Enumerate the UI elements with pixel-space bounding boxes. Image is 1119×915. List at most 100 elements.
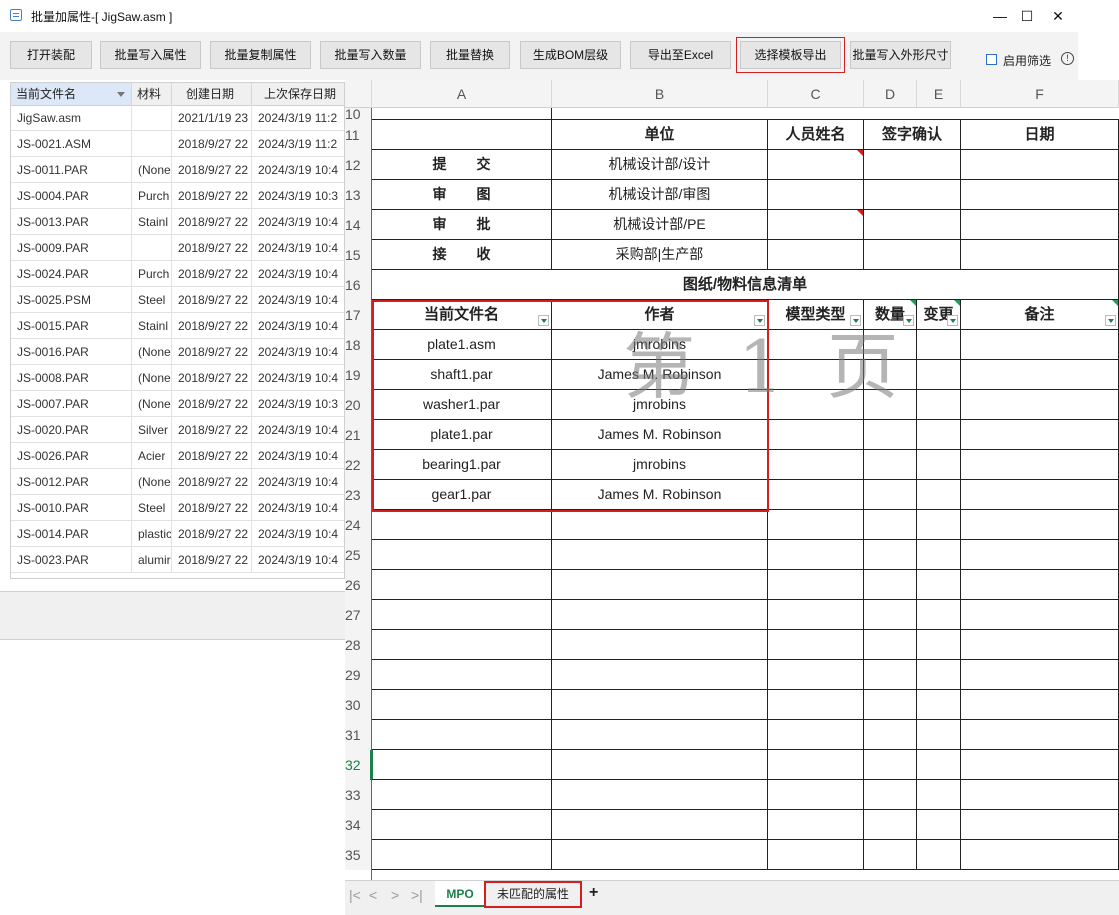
cell-change[interactable] <box>917 360 961 390</box>
row-header[interactable]: 26 <box>345 570 372 600</box>
cell-empty[interactable] <box>917 600 961 630</box>
row-header[interactable]: 11 <box>345 120 372 150</box>
cell-signature[interactable] <box>864 180 961 210</box>
row-header[interactable]: 29 <box>345 660 372 690</box>
cell-empty[interactable] <box>372 840 552 870</box>
cell-empty[interactable] <box>961 570 1119 600</box>
table-row[interactable]: JS-0023.PAR alumir 2018/9/27 22 2024/3/19 1… <box>11 547 344 573</box>
cell-empty[interactable] <box>552 630 768 660</box>
cell-empty[interactable] <box>961 750 1119 780</box>
cell-empty[interactable] <box>552 840 768 870</box>
column-header-d[interactable]: D <box>864 80 917 108</box>
cell-empty[interactable] <box>864 720 917 750</box>
cell-empty[interactable] <box>917 690 961 720</box>
table-row[interactable]: JS-0008.PAR (None 2018/9/27 22 2024/3/19 10… <box>11 365 344 391</box>
cell-empty[interactable] <box>917 840 961 870</box>
row-header[interactable]: 23 <box>345 480 372 510</box>
cell-empty[interactable] <box>552 570 768 600</box>
column-header-material[interactable]: 材料 <box>132 83 172 105</box>
cell-empty[interactable] <box>552 540 768 570</box>
cell-empty[interactable] <box>768 660 864 690</box>
cell-empty[interactable] <box>864 840 917 870</box>
cell-empty[interactable] <box>768 690 864 720</box>
cell-remark[interactable] <box>961 390 1119 420</box>
cell-empty[interactable] <box>552 810 768 840</box>
filter-dropdown-icon[interactable] <box>1105 315 1116 326</box>
cell-empty[interactable] <box>961 660 1119 690</box>
table-row[interactable]: JS-0013.PAR Stainl 2018/9/27 22 2024/3/19 1… <box>11 209 344 235</box>
cell-empty[interactable] <box>961 630 1119 660</box>
section-title[interactable]: 图纸/物料信息清单 <box>372 270 1119 300</box>
row-header[interactable]: 19 <box>345 360 372 390</box>
cell-empty[interactable] <box>372 600 552 630</box>
filter-dropdown-icon[interactable] <box>947 315 958 326</box>
row-header[interactable]: 31 <box>345 720 372 750</box>
table-row[interactable]: JS-0020.PAR Silver 2018/9/27 22 2024/3/19 1… <box>11 417 344 443</box>
cell-empty[interactable] <box>552 690 768 720</box>
cell-change[interactable] <box>917 330 961 360</box>
column-header-f[interactable]: F <box>961 80 1119 108</box>
cell-model-type[interactable] <box>768 450 864 480</box>
cell-date[interactable] <box>961 180 1119 210</box>
cell-model-type[interactable] <box>768 420 864 450</box>
cell-empty[interactable] <box>917 810 961 840</box>
column-header-e[interactable]: E <box>917 80 961 108</box>
cell-quantity[interactable] <box>864 450 917 480</box>
cell-empty[interactable] <box>552 750 768 780</box>
cell-remark[interactable] <box>961 360 1119 390</box>
cell-quantity[interactable] <box>864 480 917 510</box>
cell-empty[interactable] <box>917 510 961 540</box>
cell-person-header[interactable]: 人员姓名 <box>768 120 864 150</box>
column-header-saved[interactable]: 上次保存日期 <box>252 83 344 105</box>
cell-remark[interactable] <box>961 450 1119 480</box>
cell-empty[interactable] <box>768 630 864 660</box>
table-row[interactable]: JS-0026.PAR Acier 2018/9/27 22 2024/3/19 10… <box>11 443 344 469</box>
cell-empty[interactable] <box>768 810 864 840</box>
table-row[interactable]: JS-0021.ASM 2018/9/27 22 2024/3/19 11:2 <box>11 131 344 157</box>
table-row[interactable]: JS-0012.PAR (None 2018/9/27 22 2024/3/19 10… <box>11 469 344 495</box>
cell-empty[interactable] <box>552 660 768 690</box>
generate-bom-levels-button[interactable]: 生成BOM层级 <box>520 41 621 69</box>
cell-empty[interactable] <box>372 780 552 810</box>
cell-person-name[interactable] <box>768 240 864 270</box>
cell-empty[interactable] <box>864 600 917 630</box>
cell-empty[interactable] <box>864 510 917 540</box>
batch-replace-button[interactable]: 批量替换 <box>430 41 510 69</box>
cell-empty[interactable] <box>768 510 864 540</box>
cell-empty[interactable] <box>372 540 552 570</box>
row-header[interactable]: 13 <box>345 180 372 210</box>
row-header[interactable]: 28 <box>345 630 372 660</box>
cell-empty[interactable] <box>372 630 552 660</box>
cell-department[interactable]: 机械设计部/审图 <box>552 180 768 210</box>
cell-empty[interactable] <box>961 840 1119 870</box>
cell-empty[interactable] <box>372 720 552 750</box>
cell-empty[interactable] <box>917 720 961 750</box>
row-header[interactable]: 27 <box>345 600 372 630</box>
table-row[interactable]: JS-0011.PAR (None 2018/9/27 22 2024/3/19 10… <box>11 157 344 183</box>
cell-empty[interactable] <box>864 810 917 840</box>
cell-change[interactable] <box>917 420 961 450</box>
row-header[interactable]: 16 <box>345 270 372 300</box>
cell-approval-step[interactable]: 审批 <box>372 210 552 240</box>
cell-empty[interactable] <box>864 750 917 780</box>
row-header[interactable]: 15 <box>345 240 372 270</box>
table-row[interactable]: JS-0004.PAR Purch 2018/9/27 22 2024/3/19 10… <box>11 183 344 209</box>
cell-empty[interactable] <box>372 660 552 690</box>
cell-empty[interactable] <box>768 780 864 810</box>
cell-empty[interactable] <box>917 540 961 570</box>
batch-write-dimensions-button[interactable]: 批量写入外形尺寸 <box>850 41 951 69</box>
row-header[interactable]: 12 <box>345 150 372 180</box>
cell-approval-step[interactable]: 审图 <box>372 180 552 210</box>
cell-empty[interactable] <box>864 540 917 570</box>
cell-signature[interactable] <box>864 150 961 180</box>
cell-department[interactable]: 采购部|生产部 <box>552 240 768 270</box>
select-template-export-button[interactable]: 选择模板导出 <box>736 37 845 73</box>
row-header[interactable]: 25 <box>345 540 372 570</box>
open-assembly-button[interactable]: 打开装配 <box>10 41 92 69</box>
cell-empty[interactable] <box>768 540 864 570</box>
cell-empty[interactable] <box>917 660 961 690</box>
row-header[interactable]: 18 <box>345 330 372 360</box>
info-icon[interactable]: ! <box>1061 52 1074 65</box>
cell-empty[interactable] <box>372 570 552 600</box>
cell-empty[interactable] <box>961 540 1119 570</box>
